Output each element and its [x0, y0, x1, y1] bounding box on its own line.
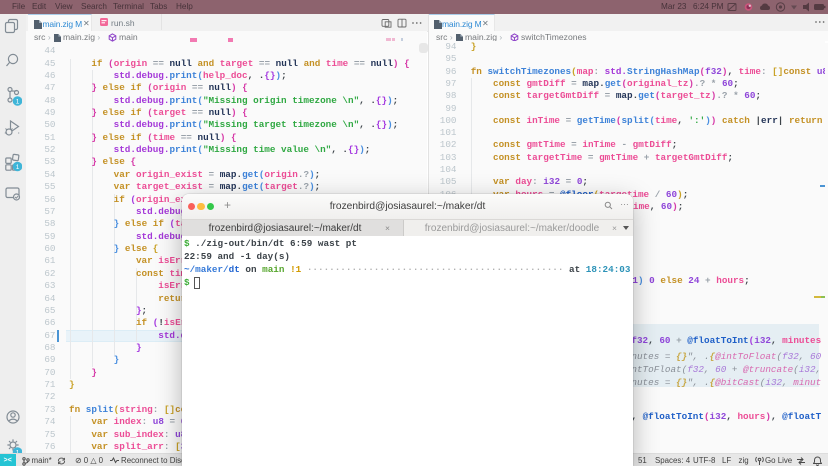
svg-text:1: 1	[16, 164, 20, 171]
svg-text:1: 1	[16, 98, 20, 105]
